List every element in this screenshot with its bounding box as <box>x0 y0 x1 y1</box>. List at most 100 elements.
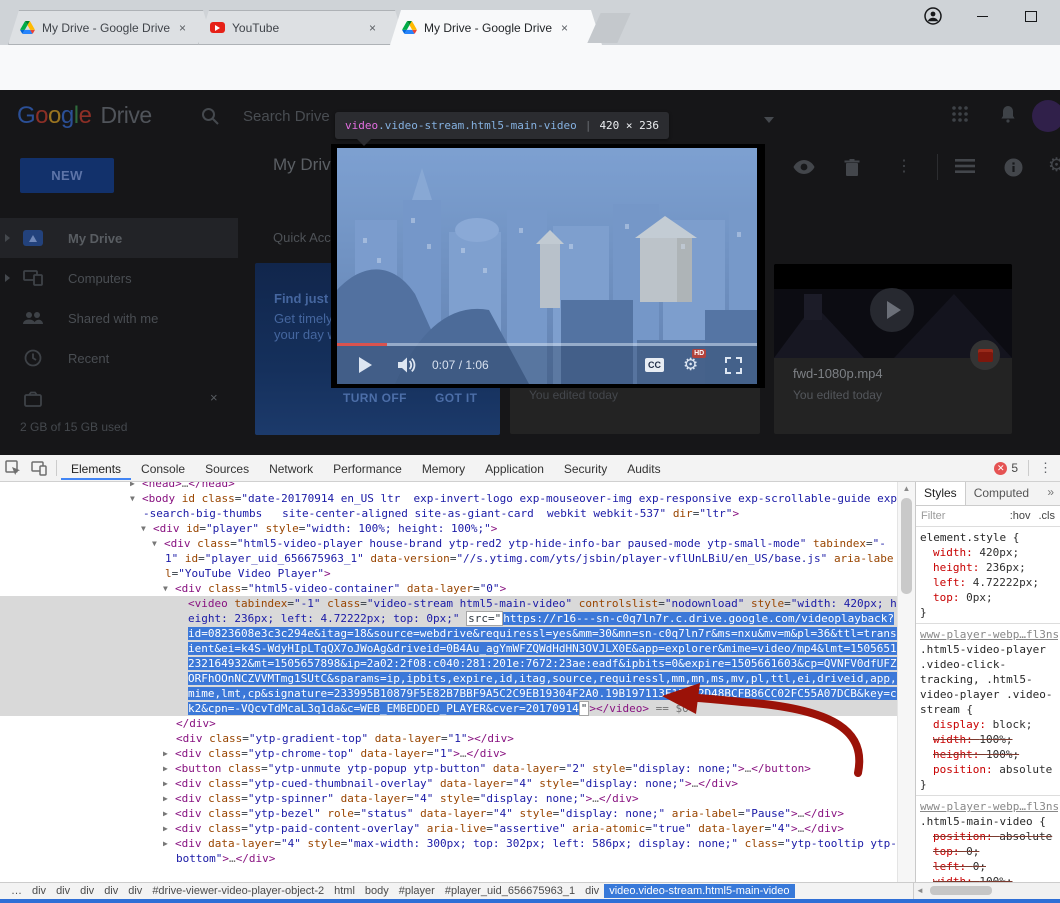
search-options-caret-icon[interactable] <box>764 117 774 123</box>
html5-video-player[interactable]: 0:07 / 1:06 CC ⚙HD <box>331 144 765 388</box>
info-icon[interactable] <box>1004 158 1023 177</box>
browser-tab-3-active[interactable]: My Drive - Google Drive × <box>390 10 602 45</box>
tree-toggle-icon[interactable]: ▼ <box>130 491 142 506</box>
css-property[interactable]: top: 0; <box>920 844 1058 859</box>
css-property[interactable]: height: 100%; <box>920 747 1058 762</box>
devtools-tab-sources[interactable]: Sources <box>195 457 259 480</box>
new-tab-button[interactable] <box>587 13 630 43</box>
breadcrumb-item[interactable]: div <box>51 884 75 898</box>
css-property[interactable]: position: absolute <box>920 829 1058 844</box>
css-property[interactable]: left: 0; <box>920 859 1058 874</box>
devtools-tab-network[interactable]: Network <box>259 457 323 480</box>
breadcrumb-item[interactable]: #drive-viewer-video-player-object-2 <box>147 884 329 898</box>
breadcrumb-item[interactable]: video.video-stream.html5-main-video <box>604 884 794 898</box>
styles-filter-input[interactable]: Filter <box>921 510 945 522</box>
css-property[interactable]: position: absolute <box>920 762 1058 777</box>
tab-styles[interactable]: Styles <box>916 482 966 505</box>
file-card-fwd-1080p[interactable]: fwd-1080p.mp4 You edited today <box>774 264 1012 434</box>
more-tabs-chevron-icon[interactable]: » <box>1041 482 1060 505</box>
devtools-tab-performance[interactable]: Performance <box>323 457 412 480</box>
tab-computed[interactable]: Computed <box>966 482 1037 505</box>
tab-close-icon[interactable]: × <box>369 21 376 35</box>
tree-toggle-icon[interactable]: ▼ <box>141 521 153 536</box>
more-actions-kebab-icon[interactable]: ⋮ <box>896 156 912 176</box>
tree-toggle-icon[interactable]: ▶ <box>163 776 175 791</box>
css-property[interactable]: width: 420px; <box>920 545 1058 560</box>
apps-grid-icon[interactable] <box>950 104 970 124</box>
preview-eye-icon[interactable] <box>792 158 816 176</box>
dom-tree-row[interactable]: ▶<div class="ytp-bezel" role="status" da… <box>0 806 897 821</box>
scroll-left-icon[interactable]: ◄ <box>916 886 924 895</box>
css-property[interactable]: top: 0px; <box>920 590 1058 605</box>
tree-toggle-icon[interactable]: ▶ <box>163 746 175 761</box>
inspect-element-icon[interactable] <box>0 456 26 480</box>
tree-toggle-icon[interactable]: ▶ <box>163 761 175 776</box>
dom-tree-row[interactable]: ▶<div class="ytp-chrome-top" data-layer=… <box>0 746 897 761</box>
sidebar-item-computers[interactable]: Computers <box>0 258 238 298</box>
settings-gear-icon[interactable]: ⚙ <box>1048 154 1060 177</box>
browser-tab-1[interactable]: My Drive - Google Drive × <box>8 10 214 45</box>
dom-tree-row[interactable]: ▶<div class="ytp-paid-content-overlay" a… <box>0 821 897 836</box>
tree-toggle-icon[interactable]: ▼ <box>152 536 164 551</box>
devtools-tab-console[interactable]: Console <box>131 457 195 480</box>
tree-toggle-icon[interactable]: ▶ <box>163 791 175 806</box>
dismiss-promo-close-icon[interactable]: × <box>210 390 218 405</box>
devtools-menu-kebab-icon[interactable]: ⋮ <box>1039 460 1052 476</box>
breadcrumb-item[interactable]: div <box>99 884 123 898</box>
breadcrumb-item[interactable]: div <box>123 884 147 898</box>
breadcrumb-item[interactable]: html <box>329 884 360 898</box>
expand-caret-icon[interactable] <box>5 234 10 242</box>
devtools-tab-application[interactable]: Application <box>475 457 554 480</box>
dom-tree-row[interactable]: ▶<div class="ytp-spinner" data-layer="4"… <box>0 791 897 806</box>
scrollbar-thumb[interactable] <box>930 886 992 895</box>
fullscreen-button[interactable] <box>725 346 742 384</box>
stylesheet-link[interactable]: www-player-webp…fl3ns <box>920 627 1058 642</box>
dom-tree-row[interactable]: ▶<div class="ytp-cued-thumbnail-overlay"… <box>0 776 897 791</box>
scroll-up-icon[interactable]: ▲ <box>898 484 915 493</box>
window-minimize-button[interactable] <box>965 3 999 29</box>
trash-icon[interactable] <box>843 158 861 178</box>
play-button[interactable] <box>359 346 372 384</box>
closed-captions-button[interactable]: CC <box>645 346 664 384</box>
dom-tree-row[interactable]: ▼<body id class="date-20170914 en_US ltr… <box>0 491 897 521</box>
video-stream[interactable]: 0:07 / 1:06 CC ⚙HD <box>337 148 757 384</box>
new-button[interactable]: NEW <box>20 158 114 193</box>
notifications-bell-icon[interactable] <box>998 104 1018 124</box>
account-avatar[interactable] <box>1032 100 1060 132</box>
expand-caret-icon[interactable] <box>5 274 10 282</box>
dom-tree-row[interactable]: ▼<div class="html5-video-container" data… <box>0 581 897 596</box>
breadcrumb-item[interactable]: div <box>580 884 604 898</box>
dom-tree-row[interactable]: </div> <box>0 716 897 731</box>
dom-tree-row[interactable]: ▶<head>…</head> <box>0 482 897 491</box>
breadcrumb-item[interactable]: div <box>27 884 51 898</box>
device-toolbar-icon[interactable] <box>26 456 52 480</box>
css-property[interactable]: height: 236px; <box>920 560 1058 575</box>
breadcrumb-item[interactable]: #player <box>394 884 440 898</box>
tree-toggle-icon[interactable]: ▶ <box>163 836 175 851</box>
tree-toggle-icon[interactable]: ▶ <box>163 821 175 836</box>
sidebar-item-recent[interactable]: Recent <box>0 338 238 378</box>
toggle-cls-button[interactable]: .cls <box>1039 510 1056 522</box>
tree-toggle-icon[interactable]: ▶ <box>130 482 142 491</box>
toggle-hov-button[interactable]: :hov <box>1010 510 1031 522</box>
dom-tree-row[interactable]: ▶<div data-layer="4" style="max-width: 3… <box>0 836 897 866</box>
css-rule[interactable]: www-player-webp…fl3ns.html5-video-player… <box>916 624 1060 796</box>
dom-tree-row[interactable]: ▼<div id="player" style="width: 100%; he… <box>0 521 897 536</box>
window-maximize-button[interactable] <box>1014 3 1048 29</box>
volume-button[interactable] <box>397 346 419 384</box>
devtools-tab-elements[interactable]: Elements <box>61 457 131 480</box>
styles-horizontal-scrollbar[interactable]: ◄ <box>913 882 1060 899</box>
css-rule[interactable]: www-player-webp…fl3ns.html5-main-video {… <box>916 796 1060 883</box>
dom-tree-row-selected[interactable]: <video tabindex="-1" class="video-stream… <box>0 596 897 716</box>
search-input[interactable]: Search Drive <box>243 108 330 125</box>
sidebar-item-shared-with-me[interactable]: Shared with me <box>0 298 238 338</box>
tree-toggle-icon[interactable]: ▶ <box>163 806 175 821</box>
dom-tree-row[interactable]: ▶<button class="ytp-unmute ytp-popup ytp… <box>0 761 897 776</box>
got-it-button[interactable]: GOT IT <box>435 391 477 405</box>
list-view-icon[interactable] <box>955 158 975 174</box>
turn-off-button[interactable]: TURN OFF <box>343 391 407 405</box>
css-property[interactable]: display: block; <box>920 717 1058 732</box>
dom-tree-row[interactable]: ▼<div class="html5-video-player house-br… <box>0 536 897 581</box>
elements-scrollbar[interactable]: ▲ <box>897 482 915 883</box>
breadcrumb-item[interactable]: div <box>75 884 99 898</box>
